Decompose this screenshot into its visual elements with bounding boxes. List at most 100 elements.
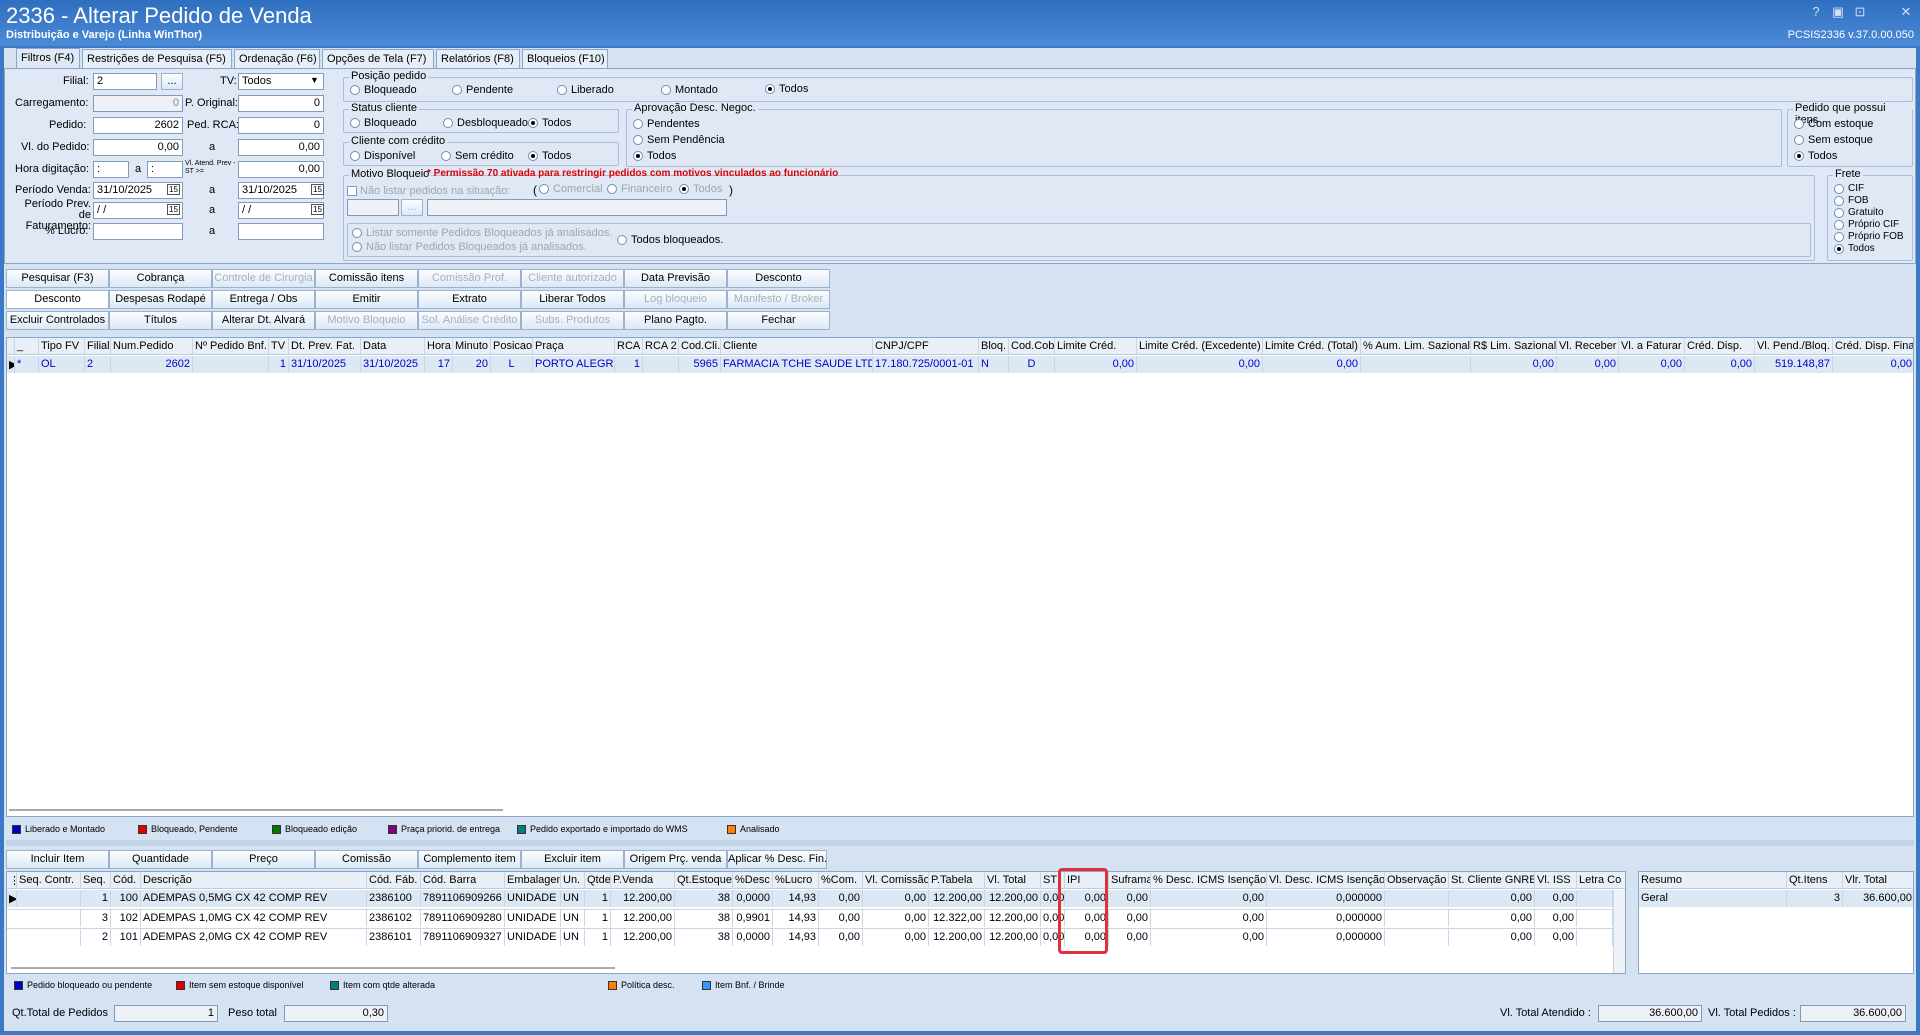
- orders-grid[interactable]: ⋮ _ Tipo FV Filial Num.Pedido Nº Pedido …: [6, 337, 1914, 817]
- col-header[interactable]: Vl. a Faturar: [1619, 338, 1685, 355]
- itens-sem-estoque-radio[interactable]: Sem estoque: [1794, 134, 1873, 146]
- col-header[interactable]: % Desc. ICMS Isenção: [1151, 872, 1267, 889]
- complemento-item-button[interactable]: Complemento item: [418, 850, 521, 869]
- col-header[interactable]: RCA: [615, 338, 643, 355]
- vl-atend-input[interactable]: 0,00: [238, 161, 324, 178]
- col-header[interactable]: Seq. Contr.: [17, 872, 81, 889]
- vl-pedido-to-input[interactable]: 0,00: [238, 139, 324, 156]
- motivo-lookup-button[interactable]: ...: [401, 199, 423, 216]
- despesas-rodape-button[interactable]: Despesas Rodapé: [109, 290, 212, 309]
- col-header[interactable]: Vl. Comissão: [863, 872, 929, 889]
- col-header[interactable]: R$ Lim. Sazional: [1471, 338, 1557, 355]
- origem-preco-venda-button[interactable]: Origem Prç. venda: [624, 850, 727, 869]
- col-header[interactable]: Filial: [85, 338, 111, 355]
- alterar-alvara-button[interactable]: Alterar Dt. Alvará: [212, 311, 315, 330]
- tab-restricoes[interactable]: Restrições de Pesquisa (F5): [82, 49, 232, 69]
- aprovacao-todos-radio[interactable]: Todos: [633, 150, 676, 162]
- carregamento-input[interactable]: 0: [93, 95, 183, 112]
- credito-sem-radio[interactable]: Sem crédito: [441, 150, 514, 162]
- tab-relatorios[interactable]: Relatórios (F8): [436, 49, 520, 69]
- aprovacao-pendentes-radio[interactable]: Pendentes: [633, 118, 700, 130]
- subs-produtos-button[interactable]: Subs. Produtos: [521, 311, 624, 330]
- help-icon[interactable]: ?: [1807, 4, 1825, 20]
- horizontal-scrollbar[interactable]: [9, 809, 503, 811]
- col-header[interactable]: Bloq.: [979, 338, 1009, 355]
- preco-button[interactable]: Preço: [212, 850, 315, 869]
- col-header[interactable]: Seq.: [81, 872, 111, 889]
- col-header[interactable]: P.Venda: [611, 872, 675, 889]
- posicao-pendente-radio[interactable]: Pendente: [452, 84, 513, 96]
- status-desbloqueado-radio[interactable]: Desbloqueado: [443, 117, 528, 129]
- restore-icon[interactable]: ▣: [1829, 4, 1847, 20]
- table-row[interactable]: ▶ 1 100 ADEMPAS 0,5MG CX 42 COMP REV 238…: [7, 890, 1613, 907]
- col-header[interactable]: P.Tabela: [929, 872, 985, 889]
- close-icon[interactable]: ✕: [1897, 4, 1915, 20]
- comissao-itens-button[interactable]: Comissão itens: [315, 269, 418, 288]
- quantidade-button[interactable]: Quantidade: [109, 850, 212, 869]
- col-header[interactable]: Cód.: [111, 872, 141, 889]
- col-header[interactable]: Limite Créd.: [1055, 338, 1137, 355]
- cobranca-button[interactable]: Cobrança: [109, 269, 212, 288]
- todos-bloqueados-radio[interactable]: Todos bloqueados.: [617, 234, 723, 246]
- tab-bloqueios[interactable]: Bloqueios (F10): [522, 49, 608, 69]
- col-header[interactable]: Vl. Receber: [1557, 338, 1619, 355]
- col-header[interactable]: St. Cliente GNRE: [1449, 872, 1535, 889]
- posicao-montado-radio[interactable]: Montado: [661, 84, 718, 96]
- status-todos-radio[interactable]: Todos: [528, 117, 571, 129]
- col-header[interactable]: Cód. Fáb.: [367, 872, 421, 889]
- frete-cif-radio[interactable]: CIF: [1834, 183, 1864, 194]
- filial-lookup-button[interactable]: ...: [161, 73, 183, 90]
- status-bloqueado-radio[interactable]: Bloqueado: [350, 117, 417, 129]
- col-header[interactable]: Un.: [561, 872, 585, 889]
- lucro-to-input[interactable]: [238, 223, 324, 240]
- entrega-obs-button[interactable]: Entrega / Obs: [212, 290, 315, 309]
- col-header[interactable]: Embalagem: [505, 872, 561, 889]
- extrato-button[interactable]: Extrato: [418, 290, 521, 309]
- frete-gratuito-radio[interactable]: Gratuito: [1834, 207, 1884, 218]
- col-header[interactable]: %Lucro: [773, 872, 819, 889]
- filial-input[interactable]: 2: [93, 73, 157, 90]
- itens-todos-radio[interactable]: Todos: [1794, 150, 1837, 162]
- tab-opcoes-tela[interactable]: Opções de Tela (F7): [322, 49, 434, 69]
- col-header[interactable]: Cód. Barra: [421, 872, 505, 889]
- desconto-2-button[interactable]: Desconto: [6, 290, 109, 309]
- hora-from-input[interactable]: :: [93, 161, 129, 178]
- col-header[interactable]: Qt.Estoque: [675, 872, 733, 889]
- frete-todos-radio[interactable]: Todos: [1834, 243, 1875, 254]
- col-header[interactable]: Qt.Itens: [1787, 872, 1843, 889]
- frete-fob-radio[interactable]: FOB: [1834, 195, 1869, 206]
- col-header[interactable]: _: [15, 338, 39, 355]
- motivo-code-input[interactable]: [347, 199, 399, 216]
- liberar-todos-button[interactable]: Liberar Todos: [521, 290, 624, 309]
- calendar-icon[interactable]: 15: [311, 204, 324, 215]
- excluir-controlados-button[interactable]: Excluir Controlados: [6, 311, 109, 330]
- col-header[interactable]: Limite Créd. (Total): [1263, 338, 1361, 355]
- aprovacao-sem-pendencia-radio[interactable]: Sem Pendência: [633, 134, 725, 146]
- col-header[interactable]: Qtde: [585, 872, 611, 889]
- col-header[interactable]: Vl. Desc. ICMS Isenção: [1267, 872, 1385, 889]
- tab-filtros[interactable]: Filtros (F4): [16, 48, 80, 69]
- titulos-button[interactable]: Títulos: [109, 311, 212, 330]
- table-row[interactable]: 2 101 ADEMPAS 2,0MG CX 42 COMP REV 23861…: [7, 928, 1613, 946]
- pedido-input[interactable]: 2602: [93, 117, 183, 134]
- col-header[interactable]: Posicao: [491, 338, 533, 355]
- resumo-grid[interactable]: Resumo Qt.Itens Vlr. Total Geral 3 36.60…: [1638, 871, 1914, 974]
- col-header[interactable]: Dt. Prev. Fat.: [289, 338, 361, 355]
- incluir-item-button[interactable]: Incluir Item: [6, 850, 109, 869]
- ped-rca-input[interactable]: 0: [238, 117, 324, 134]
- credito-disponivel-radio[interactable]: Disponível: [350, 150, 415, 162]
- fechar-button[interactable]: Fechar: [727, 311, 830, 330]
- posicao-todos-radio[interactable]: Todos: [765, 83, 808, 95]
- motivo-comercial-radio[interactable]: Comercial: [539, 183, 603, 195]
- motivo-financeiro-radio[interactable]: Financeiro: [607, 183, 672, 195]
- table-row[interactable]: Geral 3 36.600,00: [1639, 890, 1913, 907]
- calendar-icon[interactable]: 15: [311, 184, 324, 195]
- col-header[interactable]: Cod.Cob: [1009, 338, 1055, 355]
- chevron-down-icon[interactable]: ▼: [310, 75, 319, 85]
- col-header[interactable]: Minuto: [453, 338, 491, 355]
- frete-proprio-cif-radio[interactable]: Próprio CIF: [1834, 219, 1899, 230]
- col-header[interactable]: Créd. Disp. Final: [1833, 338, 1913, 355]
- col-header[interactable]: Cod.Cli.: [679, 338, 721, 355]
- col-header[interactable]: Descrição: [141, 872, 367, 889]
- listar-bloqueados-radio[interactable]: Listar somente Pedidos Bloqueados já ana…: [352, 227, 612, 239]
